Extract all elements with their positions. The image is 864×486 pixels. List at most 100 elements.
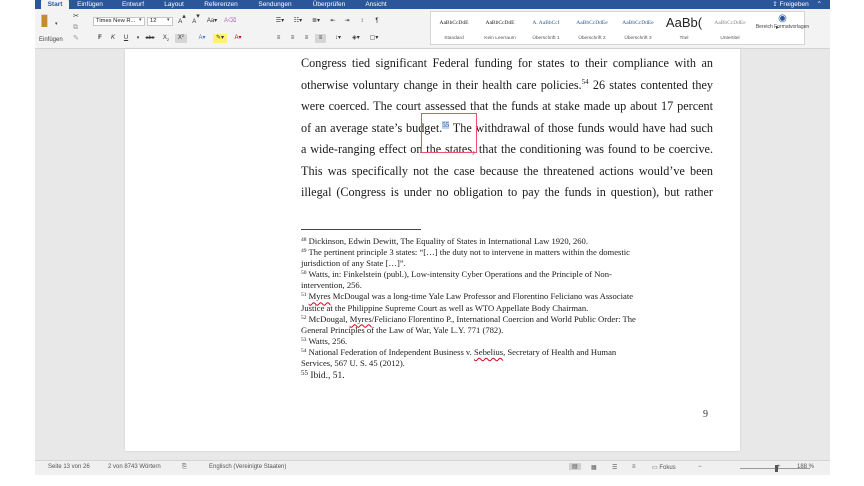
- body-line: a wide-ranging effect on the states, tha…: [301, 142, 713, 156]
- decrease-indent-icon[interactable]: ⇤: [327, 17, 339, 26]
- footnote-line: 48 Dickinson, Edwin Dewitt, The Equality…: [301, 236, 588, 246]
- style-untertitel[interactable]: AaBbCcDdEe Untertitel: [707, 12, 753, 46]
- draft-view-icon[interactable]: ≡: [632, 464, 636, 470]
- tab-einfuegen[interactable]: Einfügen: [73, 0, 107, 9]
- spelling-error: Sebelius: [473, 346, 504, 357]
- word-count[interactable]: 2 von 8743 Wörtern: [108, 464, 161, 470]
- outline-view-icon[interactable]: ☰: [612, 464, 617, 471]
- status-bar: Seite 13 von 26 2 von 8743 Wörtern ⎘ Eng…: [35, 460, 830, 475]
- italic-button[interactable]: K: [108, 34, 118, 43]
- justify-icon[interactable]: ≡: [315, 34, 326, 43]
- share-button[interactable]: ⇪ Freigeben ⌃: [772, 0, 822, 9]
- zoom-out-icon[interactable]: −: [698, 464, 702, 470]
- footnote-line: Services, 567 U. S. 45 (2012).: [301, 358, 405, 369]
- align-right-icon[interactable]: ≡: [301, 34, 312, 43]
- shrink-font-icon[interactable]: A▾: [190, 13, 202, 26]
- shading-icon[interactable]: ◈▾: [349, 34, 363, 43]
- style-ueberschrift-1[interactable]: A. AaBbCcI Überschrift 1: [523, 12, 569, 46]
- tab-ueberpruefen[interactable]: Überprüfen: [307, 0, 351, 9]
- font-name-field[interactable]: Times New R...: [93, 17, 145, 26]
- zoom-in-icon[interactable]: +: [777, 464, 781, 470]
- highlight-color-icon[interactable]: ✎▾: [213, 34, 227, 43]
- style-ueberschrift-2[interactable]: AaBbCcDdEe Überschrift 2: [569, 12, 615, 46]
- tab-ansicht[interactable]: Ansicht: [360, 0, 392, 9]
- body-text[interactable]: Congress tied significant Federal fundin…: [301, 53, 713, 204]
- font-color-icon[interactable]: A▾: [231, 34, 245, 43]
- style-ueberschrift-3[interactable]: AaBbCcDdEe Überschrift 3: [615, 12, 661, 46]
- underline-dropdown-icon[interactable]: ▾: [134, 34, 142, 43]
- bullets-icon[interactable]: ☰▾: [273, 17, 287, 26]
- selection-highlight-box: [421, 113, 477, 153]
- ribbon-start-panel: ▮ ▾ Einfügen ✂ ⧉ ✎ Times New R... ▾ 12 ▾…: [35, 9, 830, 49]
- align-left-icon[interactable]: ≡: [273, 34, 284, 43]
- page-number: 9: [703, 409, 708, 420]
- copy-icon[interactable]: ⧉: [73, 24, 78, 31]
- underline-button[interactable]: U: [121, 34, 131, 43]
- footnote-line: Justice at the Philippine Supreme Court …: [301, 302, 589, 313]
- subscript-button[interactable]: X2: [160, 34, 172, 43]
- footnote-line: 52 McDougal, Myres/Feliciano Florentino …: [301, 313, 636, 324]
- print-layout-icon[interactable]: ▤: [569, 463, 581, 470]
- body-line: This was specifically not the case becau…: [301, 163, 713, 178]
- footnote-line: jurisdiction of any State […]”.: [301, 258, 406, 269]
- collapse-ribbon-icon[interactable]: ⌃: [817, 1, 822, 8]
- show-formatting-marks-icon[interactable]: ¶: [371, 17, 383, 26]
- focus-mode-button[interactable]: ▭ Fokus: [652, 464, 676, 471]
- styles-pane-button[interactable]: ◉ Bereich Formatvorlagen: [755, 11, 810, 45]
- change-case-icon[interactable]: Aa▾: [205, 17, 219, 26]
- styles-gallery: AaBbCcDdE Standard AaBbCcDdE Kein Leerra…: [430, 11, 805, 45]
- footnotes-area[interactable]: 48 Dickinson, Edwin Dewitt, The Equality…: [301, 236, 713, 382]
- cut-icon[interactable]: ✂: [73, 13, 79, 20]
- tab-referenzen[interactable]: Referenzen: [199, 0, 243, 9]
- font-size-dropdown-icon[interactable]: ▾: [167, 18, 170, 23]
- style-titel[interactable]: AaBb( Titel: [661, 12, 707, 46]
- ribbon-tab-bar: Start Einfügen Entwurf Layout Referenzen…: [35, 0, 830, 9]
- footnote-line: General Principles of the Law of War, Ya…: [301, 324, 504, 335]
- zoom-level[interactable]: 188 %: [797, 464, 814, 470]
- bold-button[interactable]: F: [95, 34, 105, 43]
- body-line: were coerced. The court assessed that th…: [301, 99, 713, 113]
- footnote-separator: [301, 229, 421, 230]
- line-spacing-icon[interactable]: ↕▾: [331, 34, 345, 43]
- tab-sendungen[interactable]: Sendungen: [254, 0, 296, 9]
- style-standard[interactable]: AaBbCcDdE Standard: [431, 12, 477, 46]
- paste-label: Einfügen: [39, 37, 63, 43]
- text-effects-icon[interactable]: A▾: [195, 34, 209, 43]
- format-painter-icon[interactable]: ✎: [73, 35, 79, 42]
- footnote-line-new: 55 Ibid., 51.: [301, 369, 345, 382]
- spelling-error: Myres: [308, 291, 331, 302]
- body-line: Congress tied significant Federal fundin…: [301, 56, 713, 70]
- increase-indent-icon[interactable]: ⇥: [341, 17, 353, 26]
- style-kein-leerraum[interactable]: AaBbCcDdE Kein Leerraum: [477, 12, 523, 46]
- borders-icon[interactable]: ▢▾: [367, 34, 381, 43]
- font-name-dropdown-icon[interactable]: ▾: [139, 18, 142, 23]
- paste-dropdown-icon[interactable]: ▾: [55, 22, 58, 27]
- footnote-line: 51 Myres McDougal was a long-time Yale L…: [301, 291, 634, 302]
- body-line: illegal (Congress is under no obligation…: [301, 185, 713, 199]
- body-line: of an average state’s budget.55 The with…: [301, 120, 713, 135]
- numbering-icon[interactable]: ☷▾: [291, 17, 305, 26]
- align-center-icon[interactable]: ≡: [287, 34, 298, 43]
- footnote-line: intervention, 256.: [301, 280, 362, 291]
- language-indicator[interactable]: Englisch (Vereinigte Staaten): [209, 464, 286, 470]
- grow-font-icon[interactable]: A▴: [176, 13, 188, 26]
- styles-pane-icon: ◉: [778, 13, 787, 24]
- sort-icon[interactable]: ↕: [356, 17, 368, 26]
- clear-formatting-icon[interactable]: A⌫: [224, 17, 237, 26]
- multilevel-list-icon[interactable]: ≣▾: [309, 17, 323, 26]
- footnote-line: 54 National Federation of Independent Bu…: [301, 346, 617, 357]
- body-line: otherwise voluntary change in their heal…: [301, 77, 713, 92]
- footnote-line: 53 Watts, 256.: [301, 335, 348, 346]
- superscript-button[interactable]: X2: [175, 34, 187, 43]
- page-count[interactable]: Seite 13 von 26: [48, 464, 90, 470]
- web-layout-icon[interactable]: ▦: [591, 464, 597, 471]
- footnote-ref[interactable]: 54: [582, 78, 589, 86]
- tab-start[interactable]: Start: [41, 0, 69, 9]
- proofing-icon[interactable]: ⎘: [182, 464, 187, 471]
- tab-entwurf[interactable]: Entwurf: [118, 0, 148, 9]
- spelling-error: Myres: [349, 313, 372, 324]
- footnote-line: 49 The pertinent principle 3 states: “[……: [301, 247, 630, 258]
- tab-layout[interactable]: Layout: [160, 0, 188, 9]
- paste-icon[interactable]: ▮: [40, 13, 49, 29]
- strikethrough-button[interactable]: abc: [143, 34, 157, 43]
